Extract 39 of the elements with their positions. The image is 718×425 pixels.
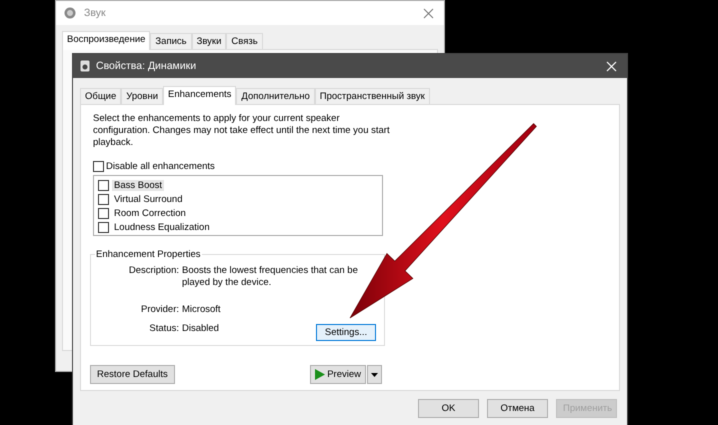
restore-defaults-button[interactable]: Restore Defaults xyxy=(90,365,175,384)
checkbox[interactable] xyxy=(98,194,109,204)
window-title: Звук xyxy=(84,7,106,19)
tab[interactable]: Связь xyxy=(226,33,263,49)
dialog-button[interactable]: OK xyxy=(418,399,479,418)
field-label: Description: xyxy=(128,265,179,278)
checkbox[interactable] xyxy=(98,180,109,190)
instruction-text: Select the enhancements to apply for your current speaker configuration. Changes may not take effect until the next time you start playback. xyxy=(93,113,391,149)
checkbox[interactable] xyxy=(93,161,104,172)
list-item[interactable]: Loudness Equalization xyxy=(112,222,212,232)
group-title: Enhancement Properties xyxy=(95,249,202,260)
field-value: Disabled xyxy=(182,323,219,335)
list-item[interactable]: Virtual Surround xyxy=(112,194,184,204)
settings-button[interactable]: Settings... xyxy=(316,324,376,341)
checkbox[interactable] xyxy=(98,222,109,232)
tab[interactable]: Запись xyxy=(150,33,192,49)
tab[interactable]: Уровни xyxy=(121,88,164,104)
tab[interactable]: Дополнительно xyxy=(236,88,315,104)
tab[interactable]: Общие xyxy=(80,88,122,104)
speaker-icon xyxy=(64,7,76,19)
window-title: Свойства: Динамики xyxy=(96,60,196,72)
tab[interactable]: Звуки xyxy=(192,33,226,49)
play-icon xyxy=(315,369,326,380)
speaker-icon xyxy=(80,60,90,72)
tab[interactable]: Пространственный звук xyxy=(314,88,430,104)
checkbox[interactable] xyxy=(98,208,109,218)
dialog-button[interactable]: Отмена xyxy=(487,399,548,418)
tab[interactable]: Enhancements xyxy=(163,86,236,105)
list-item[interactable]: Bass Boost xyxy=(112,180,164,190)
close-icon[interactable] xyxy=(423,8,434,18)
field-label: Provider: xyxy=(140,304,179,316)
dropdown-button[interactable] xyxy=(367,365,382,384)
field-label: Status: xyxy=(148,323,179,335)
preview-button[interactable]: Preview xyxy=(310,365,366,384)
list-item[interactable]: Room Correction xyxy=(112,208,188,218)
field-value: Microsoft xyxy=(182,304,221,316)
checkbox-label: Disable all enhancements xyxy=(106,161,215,172)
tab[interactable]: Воспроизведение xyxy=(62,31,150,50)
field-value: Boosts the lowest frequencies that can be played by the device. xyxy=(182,265,359,289)
